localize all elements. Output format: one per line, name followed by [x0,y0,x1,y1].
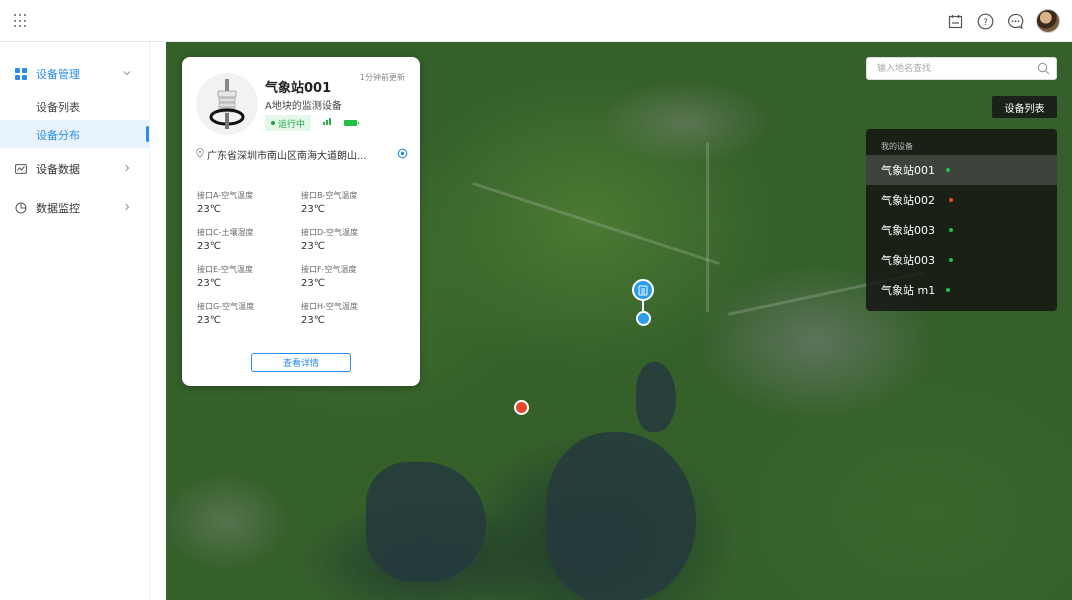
device-row[interactable]: 气象站003 [866,215,1057,245]
location-pin-icon [196,148,204,158]
signal-icon [323,118,331,125]
status-label: 运行中 [278,119,306,130]
reading-item: 接口H-空气温度 23℃ [301,301,405,329]
reading-label: 接口E-空气温度 [197,265,253,274]
reading-item: 接口F-空气温度 23℃ [301,264,405,292]
reading-label: 接口G-空气温度 [197,302,255,311]
chevron-right-icon [125,203,130,211]
device-info-card: 气象站001 1分钟前更新 A地块的监测设备 运行中 广东省深圳市南山区南海大道… [182,57,420,386]
user-avatar[interactable] [1036,9,1060,33]
locate-target-icon[interactable] [397,148,408,159]
reading-item: 接口C-土壤湿度 23℃ [197,227,301,255]
top-bar: ? [0,0,1072,42]
device-row-name: 气象站003 [881,254,935,267]
map-lake [546,432,696,600]
map-lake [366,462,486,582]
chevron-right-icon [125,164,130,172]
search-input[interactable] [877,61,1027,77]
device-marker-offline[interactable] [514,400,529,415]
reading-label: 接口F-空气温度 [301,265,357,274]
reading-label: 接口A-空气温度 [197,191,254,200]
reading-value: 23℃ [301,278,325,289]
device-row[interactable]: 气象站 m1 [866,275,1057,305]
dashboard-icon [15,68,27,80]
my-devices-panel: 我的设备 气象站001 气象站002 气象站003 气象站003 气象站 m1 [866,129,1057,311]
reading-item: 接口G-空气温度 23℃ [197,301,301,329]
pie-icon [15,202,27,214]
battery-icon [344,120,359,126]
device-row[interactable]: 气象站003 [866,245,1057,275]
sidebar-item-label: 设备列表 [36,101,80,114]
weather-station-image [196,73,258,135]
apps-grid-icon[interactable] [14,14,28,28]
device-location: 广东省深圳市南山区南海大道朗山... [196,147,408,162]
sensor-readings: 接口A-空气温度 23℃ 接口B-空气温度 23℃ 接口C-土壤湿度 23℃ 接口D-… [197,190,407,329]
reading-item: 接口A-空气温度 23℃ [197,190,301,218]
device-marker-dot[interactable] [636,311,651,326]
status-dot [949,258,953,262]
device-name: 气象站001 [265,81,332,96]
device-row-name: 气象站003 [881,224,935,237]
nav-group-data-monitoring[interactable]: 数据监控 [0,192,150,224]
nav-group-label: 数据监控 [36,202,80,215]
map-lake [636,362,676,432]
view-details-button[interactable]: 查看详情 [251,353,351,372]
reading-value: 23℃ [301,241,325,252]
status-dot [949,228,953,232]
location-search [866,57,1057,80]
nav-group-label: 设备管理 [36,68,80,81]
device-list-button[interactable]: 设备列表 [992,96,1057,118]
status-dot [271,121,275,125]
calendar-icon[interactable] [946,12,964,30]
reading-value: 23℃ [197,278,221,289]
reading-item: 接口B-空气温度 23℃ [301,190,405,218]
device-description: A地块的监测设备 [265,101,342,112]
reading-item: 接口E-空气温度 23℃ [197,264,301,292]
svg-text:?: ? [983,18,988,28]
status-dot [946,288,950,292]
reading-item: 接口D-空气温度 23℃ [301,227,405,255]
sidebar-item-device-distribution[interactable]: 设备分布 [0,120,150,148]
status-badge: 运行中 [265,115,312,131]
device-row-name: 气象站 m1 [881,284,936,297]
sidebar-item-device-list[interactable]: 设备列表 [0,92,150,120]
device-row[interactable]: 气象站001 [866,155,1057,185]
reading-label: 接口D-空气温度 [301,228,359,237]
panel-title: 我的设备 [881,142,913,151]
map-road [706,142,709,312]
reading-label: 接口B-空气温度 [301,191,358,200]
reading-value: 23℃ [197,315,221,326]
device-icon [638,285,648,295]
update-time: 1分钟前更新 [359,73,405,82]
help-icon[interactable]: ? [976,12,994,30]
device-marker-pin[interactable] [632,279,654,301]
map-road [471,181,721,266]
search-icon[interactable] [1037,62,1050,75]
reading-value: 23℃ [301,204,325,215]
sidebar: 设备管理 设备列表 设备分布 设备数据 数据监控 [0,42,150,600]
top-actions: ? [946,9,1060,33]
nav-group-device-management[interactable]: 设备管理 [0,58,150,90]
device-row[interactable]: 气象站002 [866,185,1057,215]
reading-label: 接口C-土壤湿度 [197,228,254,237]
reading-value: 23℃ [197,204,221,215]
status-dot [949,198,953,202]
address-text: 广东省深圳市南山区南海大道朗山... [207,151,367,162]
nav-group-device-data[interactable]: 设备数据 [0,153,150,185]
device-row-name: 气象站002 [881,194,935,207]
message-icon[interactable] [1006,12,1024,30]
sidebar-item-label: 设备分布 [36,129,80,142]
reading-label: 接口H-空气温度 [301,302,358,311]
chart-icon [15,164,27,174]
nav-group-label: 设备数据 [36,163,80,176]
status-dot [946,168,950,172]
device-row-name: 气象站001 [881,164,935,177]
chevron-down-icon [123,71,131,76]
reading-value: 23℃ [301,315,325,326]
reading-value: 23℃ [197,241,221,252]
